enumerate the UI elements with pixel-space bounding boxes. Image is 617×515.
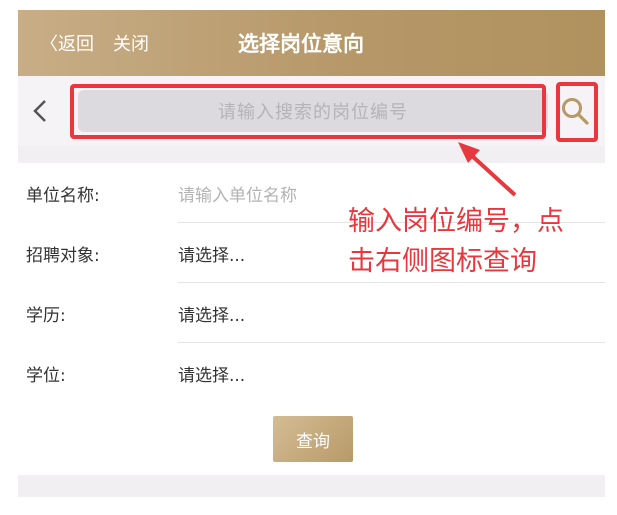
app-frame: 〈返回 关闭 选择岗位意向 请输入搜索的岗位编号 单位名称: 请输入单位名称 招… xyxy=(18,10,605,497)
annotation-arrow xyxy=(458,142,517,197)
